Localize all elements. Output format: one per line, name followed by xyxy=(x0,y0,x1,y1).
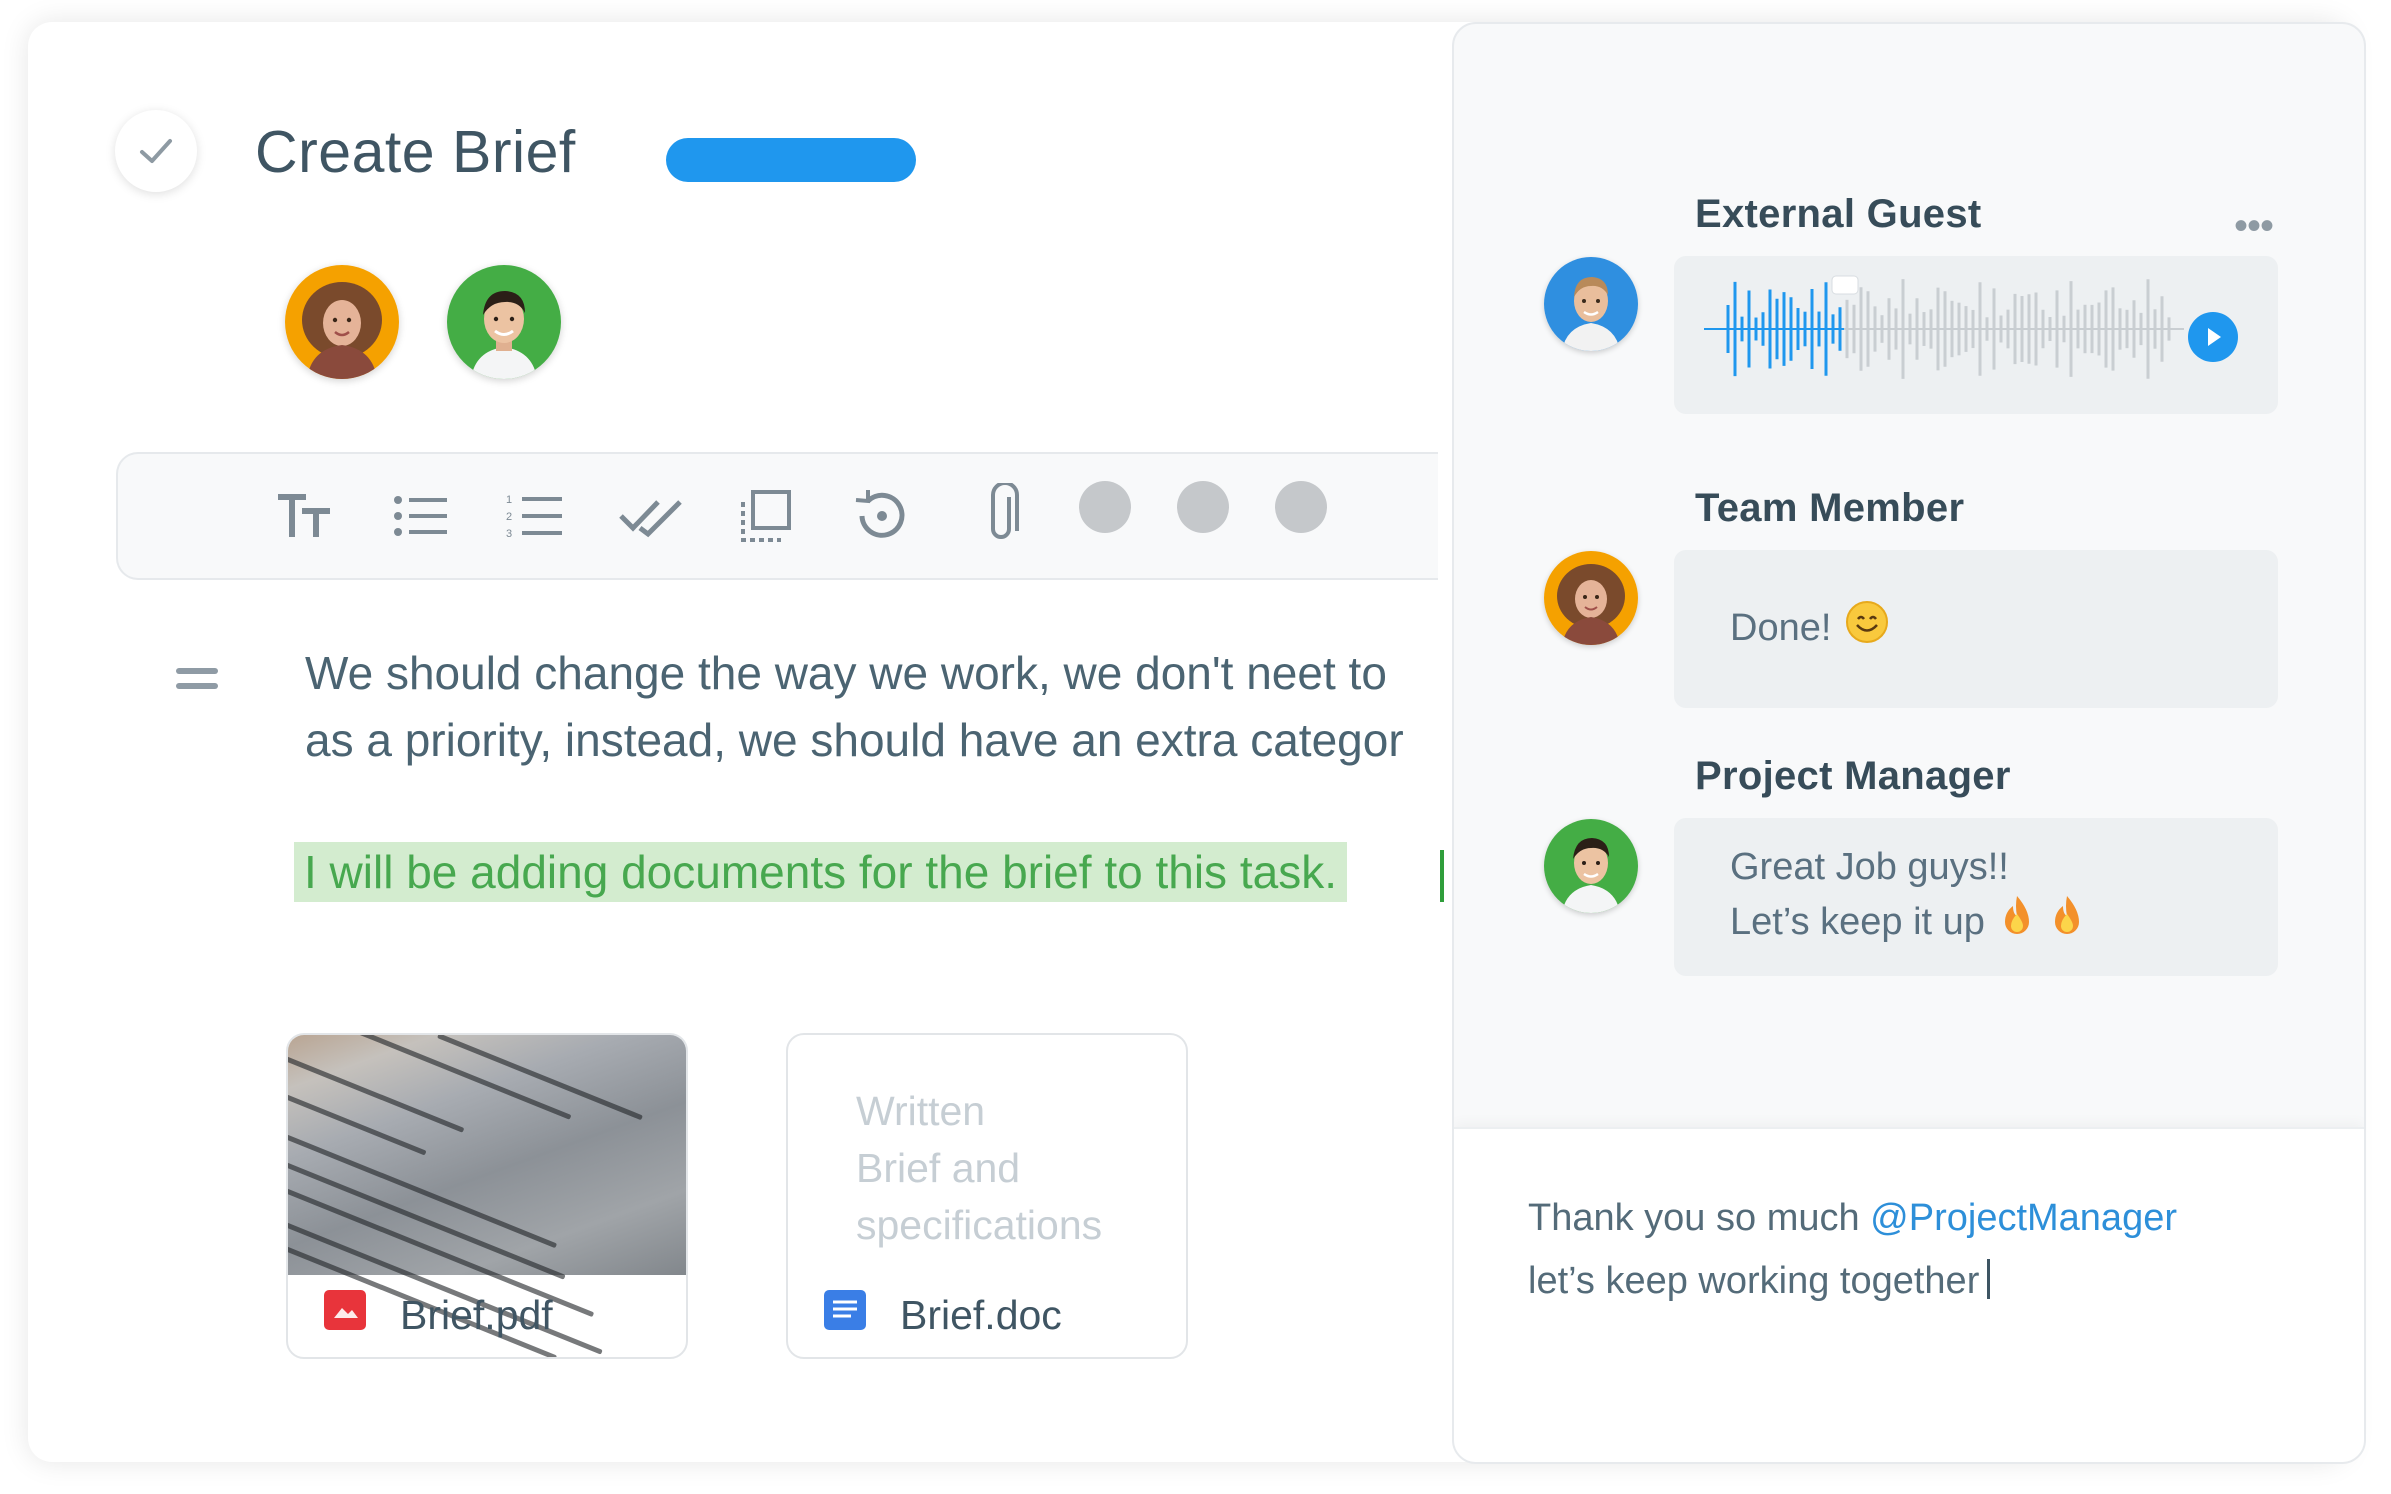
chat-panel: External Guest ••• Team Member Done! Pro… xyxy=(1452,22,2366,1464)
play-button[interactable] xyxy=(2188,312,2238,362)
avatar-external-guest[interactable] xyxy=(1544,257,1638,351)
message-author-3: Project Manager xyxy=(1695,754,2011,798)
editor-toolbar: 1 2 3 xyxy=(116,452,1438,580)
assignee-avatar-2[interactable] xyxy=(447,265,561,379)
complete-task-button[interactable] xyxy=(115,110,197,192)
file-name-doc: Brief.doc xyxy=(900,1292,1062,1338)
svg-text:3: 3 xyxy=(506,528,512,540)
avatar-project-manager[interactable] xyxy=(1544,819,1638,913)
check-icon xyxy=(140,139,172,163)
message-bubble-2[interactable]: Done! xyxy=(1674,550,2278,708)
doc-icon xyxy=(824,1290,866,1330)
voice-message[interactable] xyxy=(1674,256,2278,414)
description-line-1: We should change the way we work, we don… xyxy=(305,647,1387,699)
fire-emoji-icon xyxy=(1999,894,2035,953)
doc-preview-text: Written Brief and specifications xyxy=(856,1088,1103,1248)
text-size-icon[interactable] xyxy=(270,482,340,550)
pdf-icon xyxy=(324,1290,366,1330)
toolbar-placeholder-3[interactable] xyxy=(1275,481,1327,533)
audio-waveform[interactable] xyxy=(1704,274,2224,384)
highlighted-text[interactable]: I will be adding documents for the brief… xyxy=(294,842,1347,902)
message-author-2: Team Member xyxy=(1695,486,1965,530)
composer-caret xyxy=(1987,1259,1991,1299)
text-caret xyxy=(1440,850,1444,902)
numbered-list-icon[interactable]: 1 2 3 xyxy=(500,482,570,550)
description-line-2: as a priority, instead, we should have a… xyxy=(305,714,1404,766)
file-card-pdf[interactable]: Brief.pdf xyxy=(286,1033,688,1359)
composer-input[interactable]: Thank you so much @ProjectManager let’s … xyxy=(1528,1187,2177,1313)
message-text-3: Great Job guys!! Let’s keep it up xyxy=(1730,840,2085,953)
more-options-icon[interactable]: ••• xyxy=(2234,206,2274,246)
bullet-list-icon[interactable] xyxy=(386,482,456,550)
toolbar-placeholder-1[interactable] xyxy=(1079,481,1131,533)
svg-text:2: 2 xyxy=(506,511,512,523)
task-title[interactable]: Create Brief xyxy=(255,118,576,186)
smile-emoji-icon xyxy=(1845,600,1889,659)
checklist-icon[interactable] xyxy=(616,482,686,550)
file-card-doc[interactable]: Written Brief and specifications Brief.d… xyxy=(786,1033,1188,1359)
attachment-icon[interactable] xyxy=(966,482,1036,550)
history-icon[interactable] xyxy=(846,482,916,550)
mention-link[interactable]: @ProjectManager xyxy=(1870,1197,2177,1239)
file-name-pdf: Brief.pdf xyxy=(400,1292,553,1338)
status-pill[interactable] xyxy=(666,138,916,182)
fire-emoji-icon xyxy=(2049,894,2085,953)
message-bubble-3[interactable]: Great Job guys!! Let’s keep it up xyxy=(1674,818,2278,976)
message-composer[interactable]: Thank you so much @ProjectManager let’s … xyxy=(1454,1127,2364,1462)
assignee-avatar-1[interactable] xyxy=(285,265,399,379)
avatar-team-member[interactable] xyxy=(1544,551,1638,645)
message-text-2: Done! xyxy=(1730,600,1889,659)
message-author-1: External Guest xyxy=(1695,192,1982,236)
svg-text:1: 1 xyxy=(506,494,512,506)
task-description[interactable]: We should change the way we work, we don… xyxy=(305,640,1404,774)
play-icon xyxy=(2208,328,2221,346)
playhead-handle xyxy=(1831,275,1859,295)
pdf-preview-image xyxy=(288,1035,686,1357)
drag-handle-icon[interactable] xyxy=(176,668,218,698)
toolbar-placeholder-2[interactable] xyxy=(1177,481,1229,533)
select-icon[interactable] xyxy=(732,482,802,550)
